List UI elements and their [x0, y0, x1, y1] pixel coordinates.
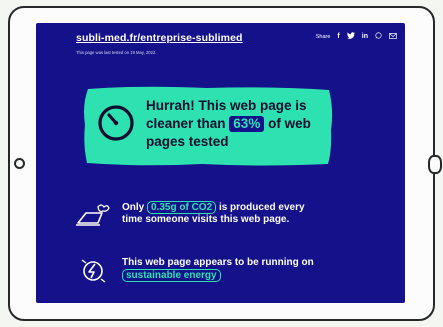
site-url-link[interactable]: subli-med.fr/entreprise-sublimed [76, 32, 243, 44]
tablet-home-button [14, 158, 25, 169]
whatsapp-icon[interactable] [375, 32, 382, 41]
linkedin-icon[interactable]: in [362, 33, 368, 40]
co2-amount-badge: 0.35g of CO2 [147, 201, 217, 214]
result-line-2: cleaner than 63% of web [146, 115, 326, 133]
energy-icon [81, 259, 106, 283]
co2-text-end: is produced every [218, 202, 305, 213]
result-headline: Hurrah! This web page is cleaner than 63… [146, 97, 326, 151]
co2-text-start: Only [122, 202, 145, 213]
email-icon[interactable] [389, 32, 397, 41]
laptop-icon [76, 204, 110, 226]
tablet-side-button [428, 155, 442, 174]
facebook-icon[interactable]: f [337, 33, 339, 40]
result-line-2-start: cleaner than [146, 116, 226, 131]
energy-statement: This web page appears to be running on s… [76, 257, 362, 285]
co2-statement: Only 0.35g of CO2 is produced every time… [76, 201, 362, 229]
page-header: subli-med.fr/entreprise-sublimed This pa… [36, 23, 405, 63]
result-line-2-end: of web [268, 116, 311, 131]
co2-text: Only 0.35g of CO2 is produced every time… [122, 201, 362, 226]
gauge-icon [98, 105, 134, 141]
energy-text: This web page appears to be running on s… [122, 257, 362, 282]
last-tested-note: This page was last tested on 19 May, 202… [76, 50, 157, 55]
co2-text-line-2: time someone visits this web page. [122, 214, 290, 225]
twitter-icon[interactable] [346, 32, 355, 41]
energy-text-line-1: This web page appears to be running on [122, 257, 314, 268]
result-line-3: pages tested [146, 134, 229, 149]
share-bar: Share f in [316, 32, 397, 41]
cleaner-than-result-card: Hurrah! This web page is cleaner than 63… [82, 85, 334, 167]
cleaner-percentage-badge: 63% [229, 116, 265, 132]
result-line-1: Hurrah! This web page is [146, 98, 307, 113]
website-carbon-page: subli-med.fr/entreprise-sublimed This pa… [36, 23, 405, 303]
sustainable-energy-badge: sustainable energy [122, 269, 221, 282]
share-label: Share [315, 33, 331, 40]
